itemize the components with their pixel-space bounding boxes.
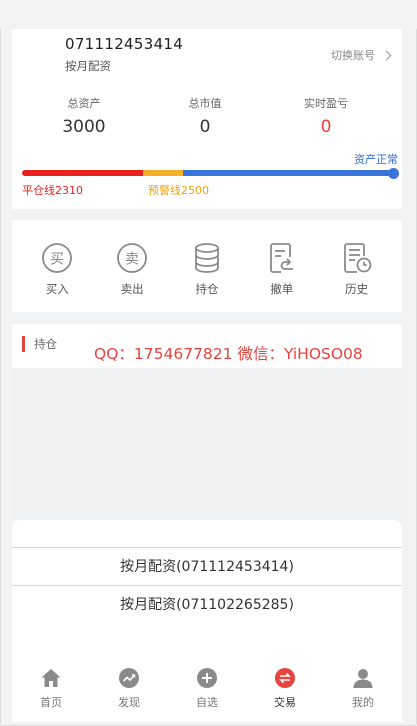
tab-label: 自选 <box>196 696 218 709</box>
account-number: 071112453414 <box>65 35 184 53</box>
svg-text:卖: 卖 <box>125 252 139 268</box>
sell-label: 卖出 <box>120 282 144 296</box>
stat-value: 0 <box>320 117 332 137</box>
switch-account-label: 切换账号 <box>331 49 375 62</box>
buy-label: 买入 <box>45 282 69 296</box>
buy-button[interactable]: 买 买入 <box>25 220 89 312</box>
risk-bar-warning-segment <box>143 170 183 176</box>
svg-text:买: 买 <box>50 252 64 268</box>
cancel-order-button[interactable]: 撤单 <box>250 220 314 312</box>
positions-list <box>12 368 402 520</box>
database-stack-icon <box>195 243 219 273</box>
switch-account-button[interactable]: 切换账号 <box>331 47 392 63</box>
holdings-label: 持仓 <box>195 282 219 296</box>
tab-watchlist[interactable]: 自选 <box>177 666 237 722</box>
stat-market-value: 总市值 0 <box>145 95 265 137</box>
plus-circle-icon <box>197 668 217 688</box>
tab-discover[interactable]: 发现 <box>99 666 159 722</box>
contact-watermark: QQ：1754677821 微信：YiHOSO08 <box>94 345 363 363</box>
account-type: 按月配资 <box>65 59 111 73</box>
account-picker-sheet: 按月配资(071112453414) 按月配资(071102265285) <box>12 520 402 666</box>
trend-icon <box>119 668 139 688</box>
holdings-button[interactable]: 持仓 <box>175 220 239 312</box>
sell-button[interactable]: 卖 卖出 <box>100 220 164 312</box>
tab-trade[interactable]: 交易 <box>255 666 315 722</box>
undo-document-icon <box>269 243 293 273</box>
history-button[interactable]: 历史 <box>325 220 389 312</box>
tab-home[interactable]: 首页 <box>21 666 81 722</box>
bottom-tab-bar: 首页 发现 自选 交易 我的 <box>12 666 402 722</box>
stat-value: 0 <box>199 117 211 137</box>
history-label: 历史 <box>345 282 369 296</box>
cancel-order-label: 撤单 <box>270 282 294 296</box>
stat-label: 总市值 <box>188 97 222 110</box>
tab-label: 交易 <box>274 696 296 709</box>
account-option[interactable]: 按月配资(071112453414) <box>12 547 402 586</box>
risk-bar-indicator <box>388 167 399 179</box>
stat-label: 实时盈亏 <box>304 97 348 110</box>
risk-bar <box>22 167 399 179</box>
status-strip <box>0 0 417 29</box>
stat-total-assets: 总资产 3000 <box>24 95 144 137</box>
section-marker <box>22 336 25 352</box>
tab-label: 首页 <box>40 696 62 709</box>
tab-label: 我的 <box>352 696 374 709</box>
trade-actions: 买 买入 卖 卖出 持仓 撤单 历史 <box>12 220 402 312</box>
asset-status: 资产正常 <box>354 153 398 166</box>
positions-title: 持仓 <box>34 337 57 351</box>
user-icon <box>353 669 373 688</box>
stat-label: 总资产 <box>67 97 101 110</box>
home-icon <box>41 669 61 687</box>
positions-header: 持仓 QQ：1754677821 微信：YiHOSO08 <box>12 324 402 368</box>
chevron-right-icon <box>381 50 392 60</box>
account-option[interactable]: 按月配资(071102265285) <box>12 586 402 625</box>
tab-me[interactable]: 我的 <box>333 666 393 722</box>
buy-icon: 买 <box>42 243 73 273</box>
warning-line-label: 预警线2500 <box>148 184 209 197</box>
stat-realtime-pnl: 实时盈亏 0 <box>266 95 386 137</box>
liquidation-line-label: 平仓线2310 <box>22 184 83 197</box>
exchange-icon <box>275 668 295 688</box>
risk-bar-safe-segment <box>183 170 393 176</box>
risk-bar-liquidation-segment <box>22 170 143 176</box>
tab-label: 发现 <box>118 696 140 709</box>
account-card: 071112453414 按月配资 切换账号 总资产 3000 总市值 0 实时… <box>12 29 402 209</box>
stat-value: 3000 <box>62 117 106 137</box>
history-document-icon <box>343 243 371 273</box>
sell-icon: 卖 <box>117 243 148 273</box>
